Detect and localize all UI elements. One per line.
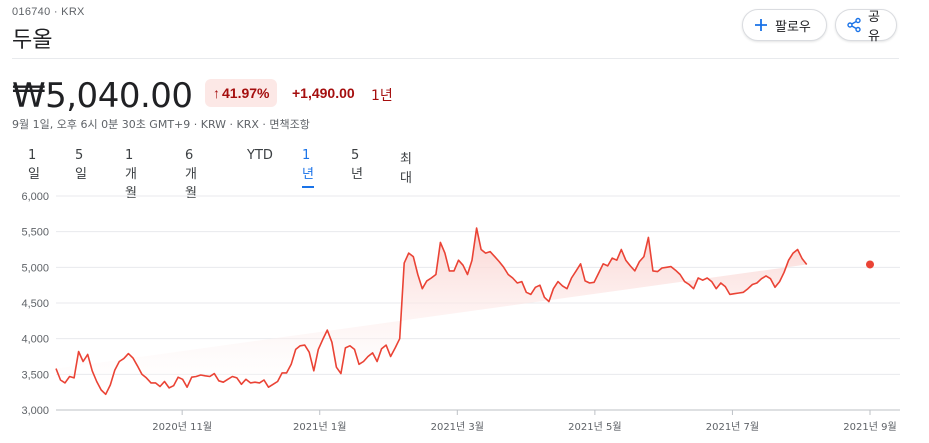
percent-change-badge: ↑ 41.97% xyxy=(205,79,278,107)
current-price: ₩5,040.00 xyxy=(12,76,193,116)
y-tick-label: 5,500 xyxy=(21,227,49,239)
y-axis: 6,000 5,500 5,000 4,500 4,000 3,500 3,000 xyxy=(21,191,49,417)
plus-icon xyxy=(753,17,769,33)
company-name: 두올 xyxy=(12,28,53,53)
y-tick-label: 3,500 xyxy=(21,369,49,381)
x-tick-label: 2021년 9월 xyxy=(843,421,896,433)
share-button[interactable]: 공유 xyxy=(835,9,897,44)
price-chart[interactable]: 6,000 5,500 5,000 4,500 4,000 3,500 3,000 2020… xyxy=(0,180,929,443)
x-tick-label: 2021년 1월 xyxy=(293,421,346,433)
follow-button-label: 팔로우 xyxy=(775,19,811,35)
y-tick-label: 6,000 xyxy=(21,191,49,203)
y-tick-label: 4,500 xyxy=(21,298,49,310)
x-tick-label: 2021년 3월 xyxy=(431,421,484,433)
share-icon xyxy=(846,17,862,33)
y-tick-label: 4,000 xyxy=(21,334,49,346)
x-tick-label: 2021년 7월 xyxy=(706,421,759,433)
y-tick-label: 3,000 xyxy=(21,405,49,417)
price-area xyxy=(56,228,807,395)
y-tick-label: 5,000 xyxy=(21,262,49,274)
x-axis: 2020년 11월 2021년 1월 2021년 3월 2021년 5월 2021년 7… xyxy=(152,410,897,433)
change-period: 1년 xyxy=(371,88,393,104)
x-tick-label: 2020년 11월 xyxy=(152,421,212,433)
range-tab-ytd[interactable]: YTD xyxy=(247,148,273,167)
follow-button[interactable]: 팔로우 xyxy=(742,9,827,41)
share-button-label: 공유 xyxy=(868,10,880,44)
arrow-up-icon: ↑ xyxy=(213,85,220,101)
x-tick-label: 2021년 5월 xyxy=(568,421,621,433)
quote-meta: 9월 1일, 오후 6시 0분 30초 GMT+9 · KRW · KRX · … xyxy=(12,118,310,131)
header-divider xyxy=(12,58,899,59)
percent-change-value: 41.97% xyxy=(222,85,270,101)
last-price-marker xyxy=(866,260,874,269)
absolute-change: +1,490.00 xyxy=(292,85,355,101)
ticker-exchange-label: 016740 · KRX xyxy=(12,6,85,18)
